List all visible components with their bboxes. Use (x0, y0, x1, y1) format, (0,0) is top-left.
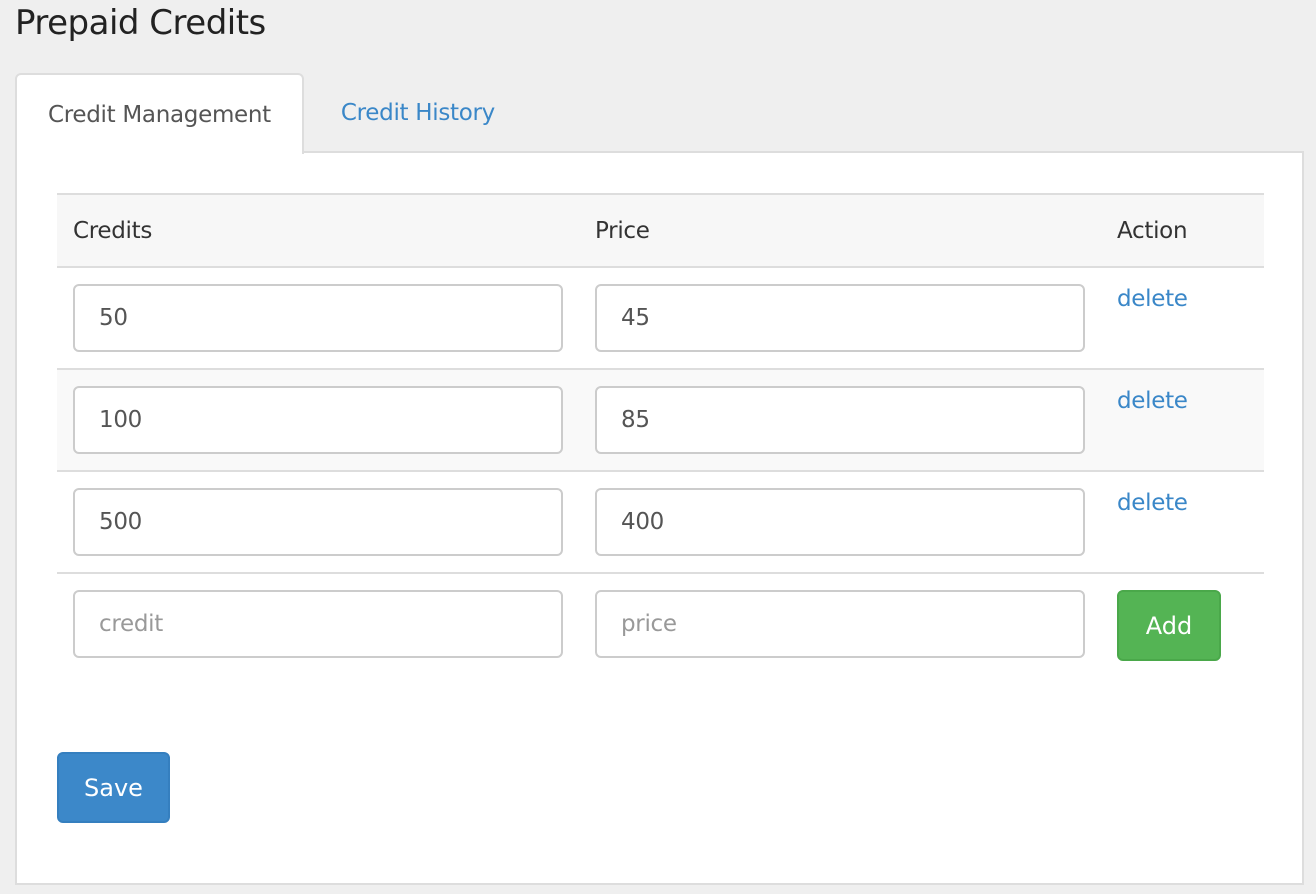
credits-input[interactable] (73, 386, 563, 454)
column-header-price: Price (579, 193, 1101, 268)
action-cell: delete (1101, 267, 1264, 370)
new-action-cell: Add (1101, 573, 1264, 675)
credits-input[interactable] (73, 284, 563, 352)
credits-cell (57, 267, 579, 370)
price-cell (579, 267, 1101, 370)
credit-management-panel: Credits Price Action delete (15, 151, 1304, 885)
column-header-credits: Credits (57, 193, 579, 268)
delete-link[interactable]: delete (1117, 388, 1188, 414)
tab-bar: Credit Management Credit History (15, 73, 526, 154)
action-cell: delete (1101, 369, 1264, 472)
new-credits-cell (57, 573, 579, 675)
table-row: delete (57, 471, 1264, 574)
tab-credit-management[interactable]: Credit Management (15, 73, 304, 154)
credits-table: Credits Price Action delete (57, 193, 1264, 675)
add-button[interactable]: Add (1117, 590, 1221, 661)
credits-input[interactable] (73, 488, 563, 556)
new-credit-row: Add (57, 573, 1264, 675)
new-price-input[interactable] (595, 590, 1085, 658)
new-credits-input[interactable] (73, 590, 563, 658)
table-row: delete (57, 267, 1264, 370)
price-input[interactable] (595, 488, 1085, 556)
new-price-cell (579, 573, 1101, 675)
save-button[interactable]: Save (57, 752, 170, 823)
credits-cell (57, 471, 579, 574)
delete-link[interactable]: delete (1117, 490, 1188, 516)
column-header-action: Action (1101, 193, 1264, 268)
price-input[interactable] (595, 386, 1085, 454)
tab-credit-history[interactable]: Credit History (304, 73, 526, 153)
price-cell (579, 369, 1101, 472)
credits-cell (57, 369, 579, 472)
price-input[interactable] (595, 284, 1085, 352)
action-cell: delete (1101, 471, 1264, 574)
table-header-row: Credits Price Action (57, 193, 1264, 268)
delete-link[interactable]: delete (1117, 286, 1188, 312)
price-cell (579, 471, 1101, 574)
table-row: delete (57, 369, 1264, 472)
page-title: Prepaid Credits (15, 3, 266, 43)
